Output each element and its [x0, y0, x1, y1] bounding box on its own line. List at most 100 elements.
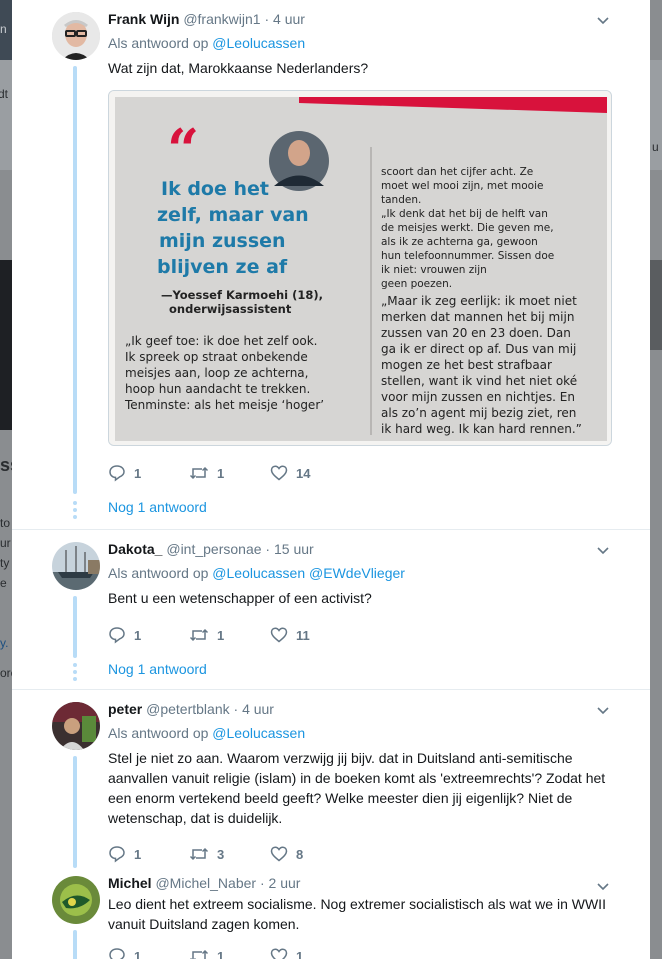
user-handle[interactable]: @Michel_Naber: [155, 875, 256, 891]
retweet-icon: [189, 628, 209, 642]
reply-tweet[interactable]: Michel @Michel_Naber · 2 uur Leo dient h…: [12, 868, 650, 959]
retweet-count: 1: [217, 948, 225, 959]
like-button[interactable]: 11: [270, 626, 351, 644]
retweet-button[interactable]: 3: [189, 845, 270, 863]
tweet-image[interactable]: “ Ik doe het zelf, maar van mijn zussen …: [108, 90, 612, 446]
mention-link[interactable]: @EWdeVlieger: [309, 565, 405, 581]
reply-context: Als antwoord op @Leolucassen: [108, 724, 630, 743]
reply-count: 1: [134, 465, 142, 481]
timestamp[interactable]: 15 uur: [274, 541, 314, 557]
article-line: hoop hun aandacht te trekken.: [125, 382, 310, 396]
thread-dots: [73, 663, 77, 684]
article-line: moet wel mooi zijn, met mooie: [381, 180, 543, 192]
mention-link[interactable]: @Leolucassen: [212, 565, 305, 581]
heart-icon: [270, 846, 288, 862]
like-count: 14: [296, 465, 311, 481]
display-name[interactable]: peter: [108, 701, 142, 717]
bg-fragment: to: [0, 516, 11, 530]
heart-icon: [270, 948, 288, 959]
like-count: 11: [296, 627, 310, 643]
reply-button[interactable]: 1: [108, 626, 189, 644]
timestamp[interactable]: 4 uur: [242, 701, 274, 717]
article-line: merken dat mannen het bij mijn: [381, 310, 574, 324]
byline-line: —Yoessef Karmoehi (18),: [161, 288, 323, 302]
separator: ·: [265, 541, 271, 557]
display-name[interactable]: Dakota_: [108, 541, 162, 557]
article-line: tanden.: [381, 194, 421, 206]
display-name[interactable]: Frank Wijn: [108, 11, 179, 27]
reply-count: 1: [134, 948, 142, 959]
chevron-down-icon[interactable]: [596, 704, 610, 718]
chevron-down-icon[interactable]: [596, 880, 610, 894]
thread-line: [73, 930, 77, 959]
tweet-actions: 1 1 11: [108, 625, 630, 645]
thread-line: [73, 756, 77, 868]
retweet-button[interactable]: 1: [189, 947, 270, 959]
reply-button[interactable]: 1: [108, 947, 189, 959]
reply-context: Als antwoord op @Leolucassen @EWdeVliege…: [108, 564, 630, 583]
reply-tweet[interactable]: Frank Wijn @frankwijn1 · 4 uur Als antwo…: [12, 0, 650, 530]
thread-dots: [73, 501, 77, 522]
article-line: „Ik geef toe: ik doe het zelf ook.: [125, 334, 318, 348]
conversation-modal: Frank Wijn @frankwijn1 · 4 uur Als antwo…: [12, 0, 650, 959]
article-line: ik hard weg. Ik kan hard rennen.”: [381, 422, 582, 436]
tweet-actions: 1 1 1: [108, 946, 630, 959]
reply-tweet[interactable]: Dakota_ @int_personae · 15 uur Als antwo…: [12, 530, 650, 690]
newspaper-clipping-image: “ Ik doe het zelf, maar van mijn zussen …: [109, 91, 611, 445]
retweet-icon: [190, 949, 209, 959]
retweet-count: 1: [217, 465, 225, 481]
bg-fragment: y.: [0, 636, 9, 650]
like-button[interactable]: 14: [270, 464, 351, 482]
reply-icon: [109, 627, 125, 644]
article-line: Tenminste: als het meisje ‘hoger’: [124, 398, 324, 412]
retweet-button[interactable]: 1: [189, 626, 270, 644]
article-line: als zo’n agent mij bezig ziet, ren: [381, 406, 576, 420]
tweet-header: peter @petertblank · 4 uur: [108, 700, 630, 719]
reply-icon: [109, 465, 125, 482]
avatar[interactable]: [52, 702, 100, 750]
bg-fragment: ss: [0, 455, 12, 475]
reply-button[interactable]: 1: [108, 464, 189, 482]
background-right-strip: u: [650, 0, 662, 959]
headline-line: zelf, maar van: [157, 204, 309, 226]
display-name[interactable]: Michel: [108, 875, 152, 891]
bg-fragment: ur: [0, 536, 11, 550]
bg-fragment: n: [0, 22, 7, 36]
like-button[interactable]: 1: [270, 947, 351, 959]
article-line: mogen ze het best strafbaar: [381, 358, 552, 372]
timestamp[interactable]: 4 uur: [273, 11, 305, 27]
thread-line: [73, 596, 77, 658]
chevron-down-icon[interactable]: [596, 544, 610, 558]
article-line: meisjes aan, loop ze achterna,: [125, 366, 308, 380]
retweet-icon: [189, 466, 209, 480]
reply-count: 1: [134, 846, 142, 862]
avatar[interactable]: [52, 542, 100, 590]
retweet-button[interactable]: 1: [189, 464, 270, 482]
reply-icon: [109, 948, 125, 959]
background-left-strip: n dt ss to ur ty e y. ore: [0, 0, 12, 959]
mention-link[interactable]: @Leolucassen: [212, 725, 305, 741]
avatar[interactable]: [52, 12, 100, 60]
avatar[interactable]: [52, 876, 100, 924]
reply-count: 1: [134, 627, 142, 643]
show-more-replies-link[interactable]: Nog 1 antwoord: [108, 661, 630, 677]
reply-button[interactable]: 1: [108, 845, 189, 863]
article-line: stellen, want ik vind het niet oké: [381, 374, 577, 388]
user-handle[interactable]: @int_personae: [166, 541, 261, 557]
heart-icon: [270, 627, 288, 643]
like-count: 1: [296, 948, 304, 959]
bg-fragment: ore: [0, 666, 12, 680]
headline-line: blijven ze af: [157, 256, 288, 278]
show-more-replies-link[interactable]: Nog 1 antwoord: [108, 499, 630, 515]
timestamp[interactable]: 2 uur: [269, 875, 301, 891]
article-line: zussen van 20 en 23 doen. Dan: [381, 326, 571, 340]
mention-link[interactable]: @Leolucassen: [212, 35, 305, 51]
user-handle[interactable]: @petertblank: [146, 701, 229, 717]
reply-tweet[interactable]: peter @petertblank · 4 uur Als antwoord …: [12, 690, 650, 868]
separator: ·: [259, 875, 265, 891]
chevron-down-icon[interactable]: [596, 14, 610, 28]
user-handle[interactable]: @frankwijn1: [183, 11, 260, 27]
retweet-count: 1: [217, 627, 225, 643]
quote-mark: “: [167, 117, 199, 183]
like-button[interactable]: 8: [270, 845, 351, 863]
